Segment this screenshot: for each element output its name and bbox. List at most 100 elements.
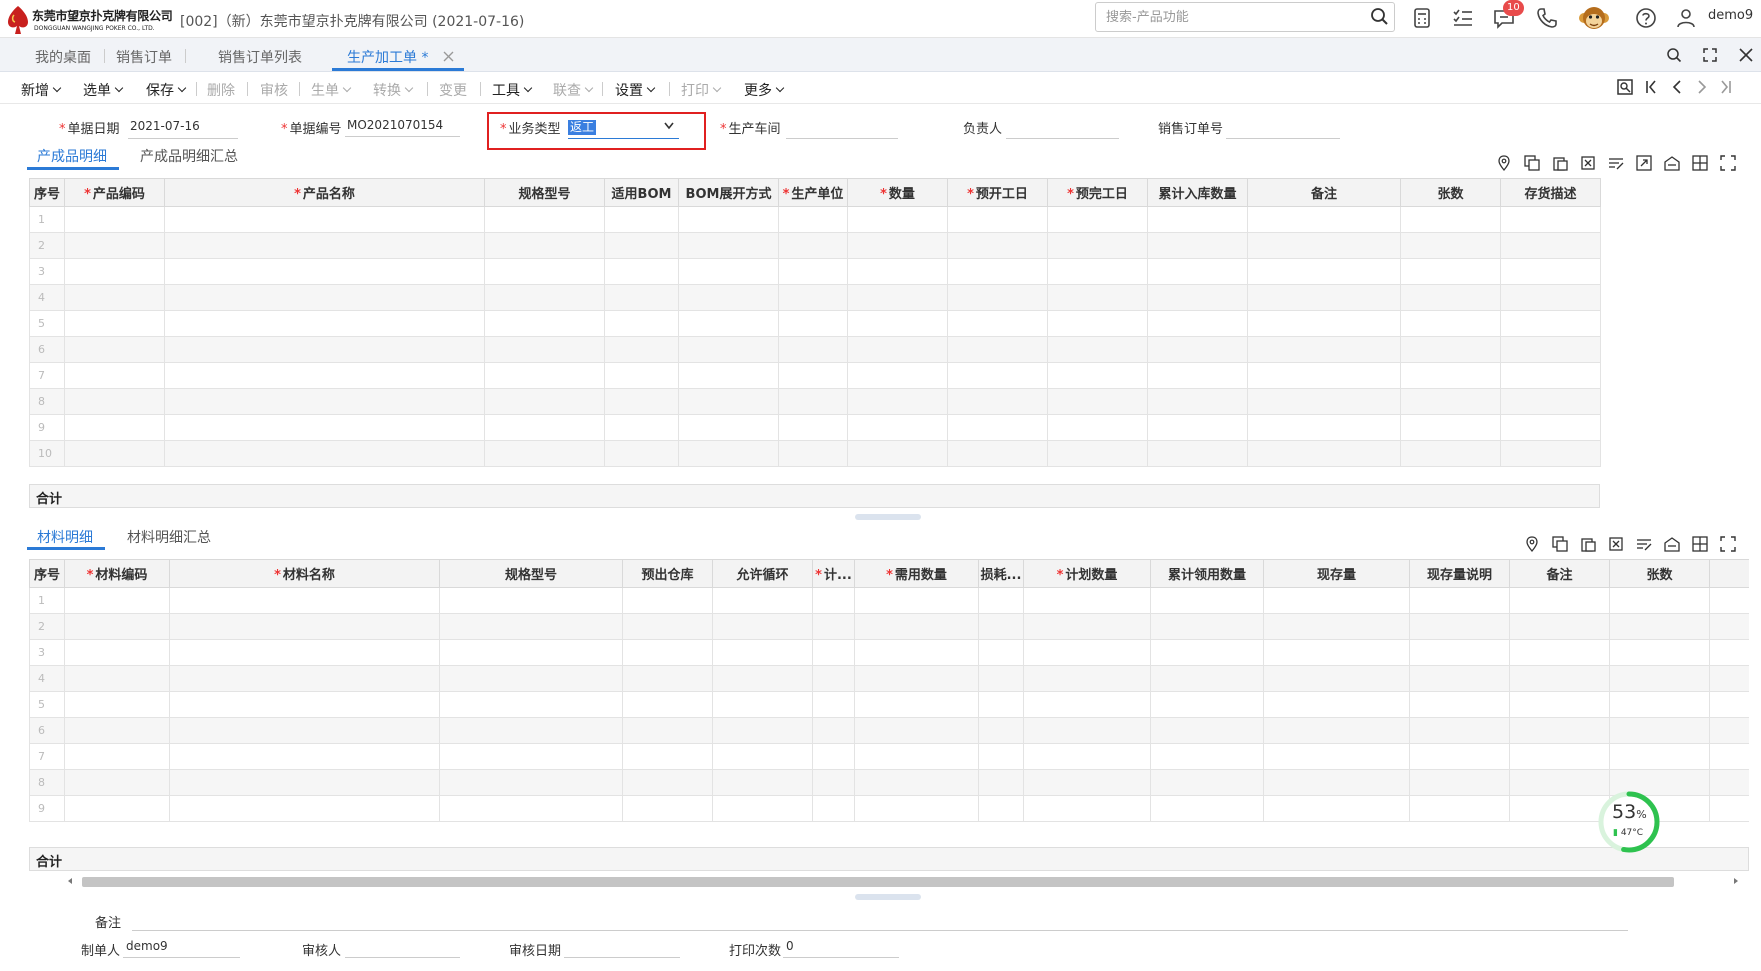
table-cell[interactable] xyxy=(604,336,679,363)
table-cell[interactable] xyxy=(812,795,855,822)
table-cell[interactable] xyxy=(439,613,623,640)
tab-sales-order-list[interactable]: 销售订单列表 xyxy=(218,47,302,67)
performance-gauge[interactable]: 53% ▮ 47°C xyxy=(1597,790,1661,854)
material-col-header[interactable]: 规格型号 xyxy=(439,559,623,588)
table-row[interactable]: 5 xyxy=(29,310,1601,337)
user-icon[interactable] xyxy=(1674,6,1698,30)
table-cell[interactable] xyxy=(1150,769,1264,796)
table-cell[interactable] xyxy=(439,769,623,796)
table-cell[interactable] xyxy=(778,440,848,467)
table-row[interactable]: 7 xyxy=(29,743,1749,770)
table-cell[interactable] xyxy=(1709,743,1749,770)
table-cell[interactable] xyxy=(164,362,485,389)
close-all-icon[interactable] xyxy=(1738,47,1754,63)
table-cell[interactable] xyxy=(622,587,713,614)
table-cell[interactable] xyxy=(1500,232,1601,259)
expand-grid-icon[interactable] xyxy=(1720,536,1736,552)
username[interactable]: demo9 xyxy=(1708,8,1753,23)
table-cell[interactable] xyxy=(1509,769,1610,796)
table-cell[interactable] xyxy=(622,665,713,692)
workshop-field[interactable] xyxy=(786,138,898,139)
table-cell[interactable] xyxy=(678,284,779,311)
table-row[interactable]: 9 xyxy=(29,414,1601,441)
table-cell[interactable] xyxy=(1047,258,1148,285)
save-button[interactable]: 保存 xyxy=(146,80,187,100)
product-col-header[interactable]: 存货描述 xyxy=(1500,178,1601,207)
product-col-header[interactable]: 规格型号 xyxy=(484,178,605,207)
table-cell[interactable] xyxy=(64,717,170,744)
product-col-header[interactable]: 备注 xyxy=(1247,178,1401,207)
table-cell[interactable] xyxy=(64,310,165,337)
table-cell[interactable] xyxy=(1400,414,1501,441)
table-cell[interactable] xyxy=(64,691,170,718)
table-cell[interactable] xyxy=(1500,336,1601,363)
table-cell[interactable] xyxy=(854,587,979,614)
table-row[interactable]: 8 xyxy=(29,388,1601,415)
table-cell[interactable] xyxy=(169,743,440,770)
material-col-header[interactable]: 现存量说明 xyxy=(1409,559,1510,588)
table-cell[interactable] xyxy=(164,440,485,467)
material-col-header[interactable]: 允许循环 xyxy=(712,559,813,588)
table-cell[interactable] xyxy=(812,769,855,796)
table-cell[interactable] xyxy=(712,639,813,666)
table-cell[interactable] xyxy=(1609,743,1710,770)
table-cell[interactable] xyxy=(978,769,1024,796)
table-cell[interactable] xyxy=(712,613,813,640)
table-cell[interactable] xyxy=(1609,665,1710,692)
table-cell[interactable] xyxy=(812,717,855,744)
table-cell[interactable] xyxy=(164,388,485,415)
tab-product-summary[interactable]: 产成品明细汇总 xyxy=(140,146,238,166)
table-cell[interactable] xyxy=(484,336,605,363)
table-cell[interactable] xyxy=(1709,795,1749,822)
product-col-header[interactable]: * 生产单位 xyxy=(778,178,848,207)
table-cell[interactable] xyxy=(64,362,165,389)
table-cell[interactable] xyxy=(947,206,1048,233)
table-cell[interactable] xyxy=(1609,717,1710,744)
table-cell[interactable] xyxy=(484,206,605,233)
table-row[interactable]: 3 xyxy=(29,258,1601,285)
copy-row-icon[interactable] xyxy=(1524,155,1540,171)
table-cell[interactable] xyxy=(1047,336,1148,363)
table-cell[interactable] xyxy=(439,587,623,614)
material-col-header[interactable]: 累计领用数量 xyxy=(1150,559,1264,588)
table-cell[interactable] xyxy=(854,613,979,640)
select-button[interactable]: 选单 xyxy=(83,80,124,100)
table-cell[interactable] xyxy=(1047,232,1148,259)
table-cell[interactable] xyxy=(64,414,165,441)
table-cell[interactable] xyxy=(947,388,1048,415)
table-row[interactable]: 10 xyxy=(29,440,1601,467)
product-col-header[interactable]: * 产品名称 xyxy=(164,178,485,207)
tab-close-icon[interactable] xyxy=(443,51,454,62)
table-cell[interactable] xyxy=(169,795,440,822)
table-cell[interactable] xyxy=(947,232,1048,259)
table-cell[interactable] xyxy=(712,769,813,796)
table-cell[interactable] xyxy=(64,388,165,415)
scrollbar-thumb[interactable] xyxy=(82,877,1674,887)
table-row[interactable]: 2 xyxy=(29,232,1601,259)
table-cell[interactable] xyxy=(978,639,1024,666)
table-cell[interactable] xyxy=(1247,284,1401,311)
table-cell[interactable] xyxy=(1709,665,1749,692)
table-cell[interactable] xyxy=(778,388,848,415)
help-icon[interactable] xyxy=(1634,6,1658,30)
table-cell[interactable] xyxy=(169,613,440,640)
table-cell[interactable] xyxy=(712,587,813,614)
table-cell[interactable] xyxy=(64,639,170,666)
table-cell[interactable] xyxy=(1150,665,1264,692)
table-cell[interactable] xyxy=(1609,587,1710,614)
material-col-header[interactable]: * 计划数量 xyxy=(1023,559,1151,588)
table-cell[interactable] xyxy=(439,665,623,692)
copy-row-icon[interactable] xyxy=(1552,536,1568,552)
table-cell[interactable] xyxy=(847,414,948,441)
table-cell[interactable] xyxy=(978,587,1024,614)
search-input[interactable] xyxy=(1096,3,1356,31)
table-row[interactable]: 4 xyxy=(29,665,1749,692)
table-cell[interactable] xyxy=(1500,258,1601,285)
table-cell[interactable] xyxy=(604,362,679,389)
table-cell[interactable] xyxy=(1147,258,1248,285)
table-cell[interactable] xyxy=(1400,206,1501,233)
table-cell[interactable] xyxy=(604,258,679,285)
table-cell[interactable] xyxy=(812,639,855,666)
table-cell[interactable] xyxy=(622,691,713,718)
table-cell[interactable] xyxy=(1263,665,1410,692)
